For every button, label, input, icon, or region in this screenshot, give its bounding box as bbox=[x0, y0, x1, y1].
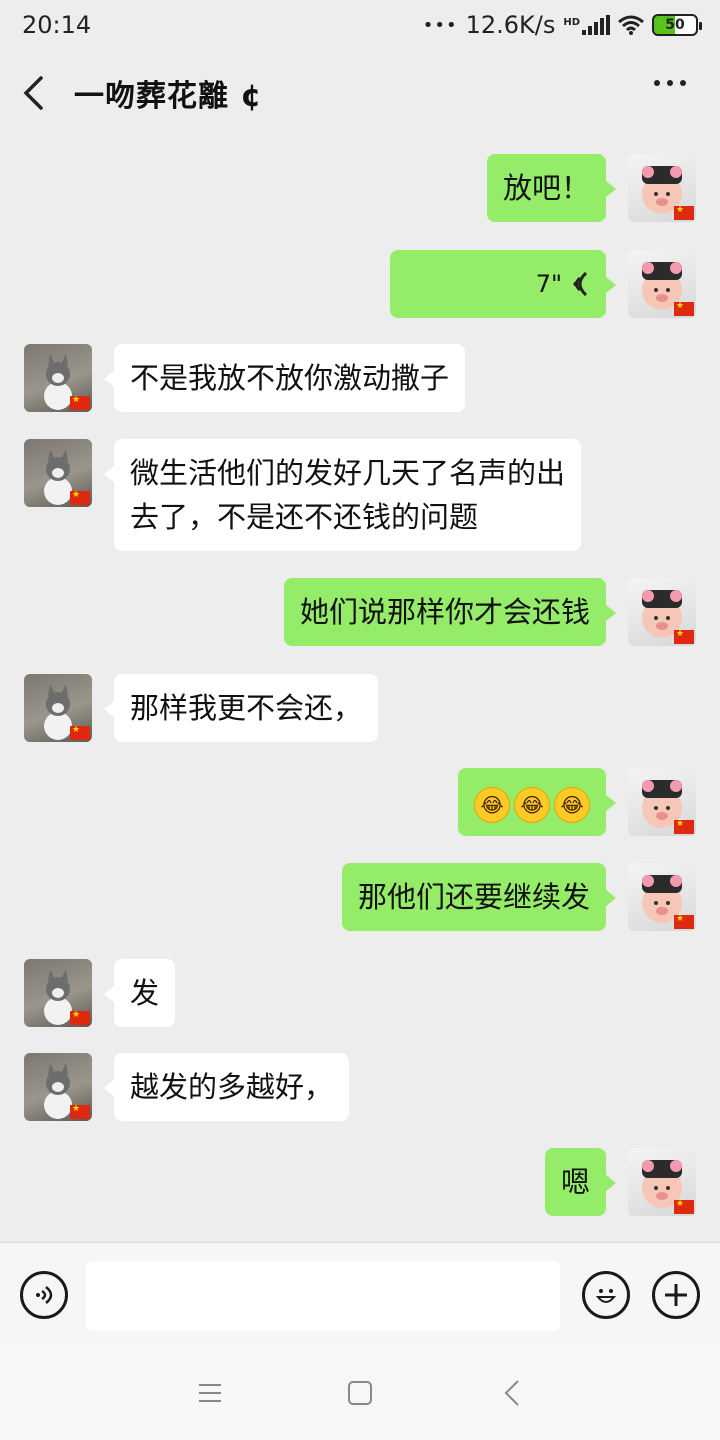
flag-icon bbox=[674, 914, 694, 929]
more-dots-icon[interactable] bbox=[654, 80, 686, 86]
message-row: 不是我放不放你激动撒子 bbox=[0, 326, 720, 422]
flag-icon bbox=[70, 1010, 90, 1025]
emoji-smile-icon[interactable] bbox=[582, 1271, 630, 1319]
message-row: 放吧！ bbox=[0, 136, 720, 232]
flag-icon bbox=[674, 205, 694, 220]
avatar-me[interactable] bbox=[628, 578, 696, 646]
avatar-other[interactable] bbox=[24, 959, 92, 1027]
message-line: 微生活他们的发好几天了名声的出 bbox=[130, 456, 566, 490]
network-speed: 12.6K/s bbox=[465, 11, 556, 39]
voice-wave-icon bbox=[573, 271, 588, 297]
message-row: 😂 😂 😂 bbox=[0, 750, 720, 846]
message-input[interactable] bbox=[86, 1261, 560, 1331]
status-bar: 20:14 ••• 12.6K/s HD 50 bbox=[0, 0, 720, 50]
message-bubble[interactable]: 放吧！ bbox=[486, 154, 617, 222]
message-line: 去了，不是还不还钱的问题 bbox=[130, 500, 479, 534]
flag-icon bbox=[70, 490, 90, 505]
avatar-me[interactable] bbox=[628, 768, 696, 836]
chat-header: 一吻葬花離 ¢ bbox=[0, 50, 720, 136]
home-square-icon[interactable] bbox=[340, 1376, 380, 1410]
emoji-message-bubble[interactable]: 😂 😂 😂 bbox=[458, 768, 616, 836]
plus-icon[interactable] bbox=[652, 1271, 700, 1319]
signal-icon bbox=[582, 15, 610, 35]
menu-icon[interactable] bbox=[190, 1376, 230, 1410]
message-row: 嗯 bbox=[0, 1130, 720, 1226]
wifi-icon bbox=[618, 15, 644, 35]
avatar-me[interactable] bbox=[628, 154, 696, 222]
laugh-cry-emoji-icon: 😂 bbox=[474, 787, 510, 823]
avatar-other[interactable] bbox=[24, 1053, 92, 1121]
avatar-other[interactable] bbox=[24, 439, 92, 507]
message-bubble[interactable]: 越发的多越好， bbox=[103, 1053, 350, 1121]
voice-message-bubble[interactable]: 7" bbox=[390, 250, 616, 318]
message-bubble[interactable]: 不是我放不放你激动撒子 bbox=[103, 344, 466, 412]
message-bubble[interactable]: 发 bbox=[103, 959, 176, 1027]
flag-icon bbox=[674, 1199, 694, 1214]
message-bubble[interactable]: 嗯 bbox=[544, 1148, 617, 1216]
avatar-me[interactable] bbox=[628, 1148, 696, 1216]
voice-toggle-icon[interactable] bbox=[20, 1271, 68, 1319]
message-row: 那样我更不会还， bbox=[0, 656, 720, 752]
avatar-me[interactable] bbox=[628, 250, 696, 318]
flag-icon bbox=[70, 1104, 90, 1119]
chat-message-list[interactable]: 放吧！ 7" bbox=[0, 136, 720, 1240]
message-row: 微生活他们的发好几天了名声的出 去了，不是还不还钱的问题 bbox=[0, 421, 720, 561]
flag-icon bbox=[674, 629, 694, 644]
message-bubble[interactable]: 那他们还要继续发 bbox=[341, 863, 617, 931]
hd-label: HD bbox=[563, 17, 580, 28]
laugh-cry-emoji-icon: 😂 bbox=[554, 787, 590, 823]
back-triangle-icon[interactable] bbox=[492, 1376, 532, 1410]
flag-icon bbox=[674, 819, 694, 834]
flag-icon bbox=[70, 725, 90, 740]
flag-icon bbox=[674, 301, 694, 316]
battery-icon: 50 bbox=[652, 14, 702, 36]
avatar-other[interactable] bbox=[24, 674, 92, 742]
message-bubble[interactable]: 那样我更不会还， bbox=[103, 674, 379, 742]
avatar-me[interactable] bbox=[628, 863, 696, 931]
status-indicators: ••• 12.6K/s HD 50 bbox=[422, 11, 702, 39]
more-dots-icon: ••• bbox=[422, 14, 458, 36]
message-row: 发 bbox=[0, 941, 720, 1037]
message-bubble[interactable]: 微生活他们的发好几天了名声的出 去了，不是还不还钱的问题 bbox=[103, 439, 582, 551]
chevron-left-icon[interactable] bbox=[22, 73, 52, 113]
laugh-cry-emoji-icon: 😂 bbox=[514, 787, 550, 823]
message-row: 越发的多越好， bbox=[0, 1035, 720, 1131]
message-bubble[interactable]: 她们说那样你才会还钱 bbox=[283, 578, 617, 646]
flag-icon bbox=[70, 395, 90, 410]
message-row: 7" bbox=[0, 232, 720, 328]
status-time: 20:14 bbox=[22, 11, 92, 39]
voice-duration: 7" bbox=[535, 270, 562, 298]
message-row: 那他们还要继续发 bbox=[0, 845, 720, 941]
chat-input-bar bbox=[0, 1242, 720, 1346]
avatar-other[interactable] bbox=[24, 344, 92, 412]
system-nav-bar bbox=[0, 1346, 720, 1440]
chat-title: 一吻葬花離 ¢ bbox=[74, 79, 263, 114]
battery-level: 50 bbox=[665, 17, 685, 33]
message-row: 她们说那样你才会还钱 bbox=[0, 560, 720, 656]
emoji-group: 😂 😂 😂 bbox=[474, 787, 590, 823]
